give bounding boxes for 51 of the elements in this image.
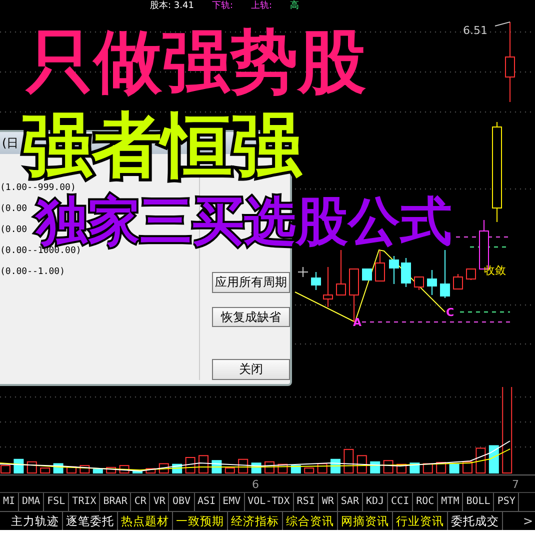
parameter-range: (0.00 — [0, 224, 28, 237]
volume-bar — [40, 468, 50, 474]
candlestick — [427, 270, 437, 296]
volume-bar — [356, 455, 367, 474]
volume-bar — [422, 463, 433, 474]
candlestick — [311, 272, 321, 290]
volume-bar — [224, 468, 235, 474]
scroll-arrow[interactable]: > — [522, 512, 533, 530]
volume-bar — [476, 448, 486, 474]
parameter-range: (0.00--1000.00) — [0, 246, 82, 258]
volume-bar — [304, 468, 314, 474]
parameter-range: (0.00 — [0, 203, 28, 216]
candlestick — [401, 258, 411, 288]
parameter-range: (1.00--999.00) — [0, 182, 76, 195]
volume-bar — [198, 455, 208, 474]
dialog-button[interactable]: 关闭 — [212, 359, 290, 380]
dialog-title: (日 — [2, 136, 19, 150]
candlestick — [323, 266, 333, 308]
volume-bar — [132, 470, 142, 474]
crosshair-icon — [298, 266, 308, 278]
volume-bar — [26, 461, 37, 474]
candlestick — [414, 276, 424, 290]
dialog-button[interactable]: 恢复成缺省 — [212, 306, 290, 328]
point-label: A — [353, 316, 362, 329]
candlestick — [362, 268, 372, 280]
axis-label: 6 — [252, 478, 259, 491]
candlestick — [336, 250, 346, 296]
axis-label: 7 — [512, 478, 519, 491]
level-line — [456, 236, 510, 238]
dialog-button[interactable]: 应用所有周期 — [212, 272, 290, 293]
candlestick — [389, 256, 399, 284]
candlestick — [466, 268, 476, 280]
chart-note: 收敛 — [484, 264, 506, 277]
volume-bar — [449, 464, 460, 474]
volume-bar — [14, 458, 24, 474]
volume-bar — [344, 448, 354, 474]
volume-bar — [146, 468, 156, 474]
parameter-range: (0.00--1.00) — [0, 266, 66, 279]
candlestick — [453, 274, 463, 290]
leader-line — [494, 22, 510, 26]
price-label: 6.51 — [463, 24, 488, 37]
promo-headline: 只做强势股 — [26, 28, 366, 96]
chart-info-text: 上轨: — [250, 0, 272, 12]
volume-bar — [488, 445, 499, 474]
volume-bar — [92, 468, 103, 474]
chart-info-text: 高 — [290, 0, 300, 12]
point-label: C — [446, 306, 454, 319]
chart-info-text: 下轨: — [212, 0, 233, 12]
candlestick — [375, 250, 385, 282]
chart-info-text: 股本: 3.41 — [150, 0, 194, 12]
candlestick — [440, 250, 450, 298]
